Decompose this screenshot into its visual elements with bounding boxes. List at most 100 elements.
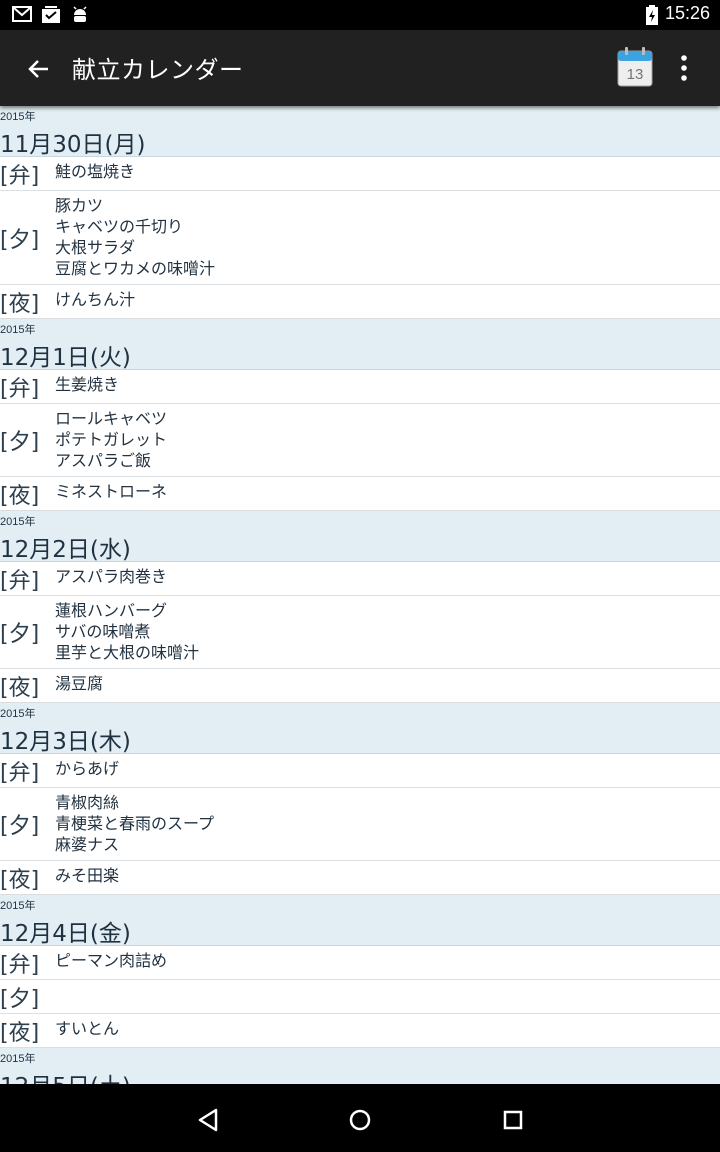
dish-name: 湯豆腐 bbox=[55, 674, 104, 693]
dish-name: すいとん bbox=[55, 1019, 120, 1038]
meal-tag: [弁] bbox=[0, 163, 40, 189]
day-year: 2015年 bbox=[0, 708, 36, 720]
dish-name: 麻婆ナス bbox=[55, 835, 120, 854]
dish-name: 蓮根ハンバーグ bbox=[55, 601, 168, 620]
dish-name: アスパラ肉巻き bbox=[55, 567, 168, 586]
calendar-button[interactable]: 13 bbox=[616, 46, 654, 88]
meal-row[interactable]: [弁] ピーマン肉詰め bbox=[0, 946, 720, 980]
meal-tag: [弁] bbox=[0, 760, 40, 786]
meal-items: ロールキャベツ ポテトガレット アスパラご飯 bbox=[55, 404, 720, 476]
meal-items: 鮭の塩焼き bbox=[55, 157, 720, 187]
page-title: 献立カレンダー bbox=[72, 56, 244, 84]
meal-items: 蓮根ハンバーグ サバの味噌煮里芋と大根の味噌汁 bbox=[55, 596, 720, 668]
day-date: 11月30日(月) bbox=[0, 132, 146, 158]
day-header[interactable]: 2015年 12月2日(水) bbox=[0, 511, 720, 563]
dish-name: 里芋と大根の味噌汁 bbox=[55, 643, 200, 662]
dish-name: ミネストローネ bbox=[55, 482, 168, 501]
gmail-icon bbox=[12, 6, 32, 22]
nav-recents-icon[interactable] bbox=[495, 1102, 531, 1138]
nav-back-icon[interactable] bbox=[190, 1102, 226, 1138]
meal-tag: [夕] bbox=[0, 986, 40, 1012]
day-header[interactable]: 2015年 12月4日(金) bbox=[0, 895, 720, 947]
nav-home-icon[interactable] bbox=[342, 1102, 378, 1138]
meal-tag: [夜] bbox=[0, 483, 40, 509]
dish-name: 鮭の塩焼き bbox=[55, 162, 136, 181]
day-header[interactable]: 2015年 12月1日(火) bbox=[0, 319, 720, 371]
meal-row[interactable]: [夕] 豚カツキャベツの千切り 大根サラダ豆腐とワカメの味噌汁 bbox=[0, 191, 720, 285]
more-vertical-icon[interactable] bbox=[668, 50, 700, 86]
meal-items: けんちん汁 bbox=[55, 285, 720, 315]
day-header[interactable]: 2015年 12月3日(木) bbox=[0, 703, 720, 755]
meal-tag: [夜] bbox=[0, 1020, 40, 1046]
day-date: 12月4日(金) bbox=[0, 921, 131, 947]
day-date: 12月5日(土) bbox=[0, 1067, 131, 1084]
dish-name: 青梗菜と春雨のスープ bbox=[55, 814, 215, 833]
meal-items: みそ田楽 bbox=[55, 861, 720, 891]
day-year: 2015年 bbox=[0, 516, 36, 528]
dish-name: キャベツの千切り bbox=[55, 217, 184, 236]
dish-name: からあげ bbox=[55, 759, 120, 778]
menu-calendar-list[interactable]: 2015年 11月30日(月) [弁] 鮭の塩焼き [夕] 豚カツキャベツの千切り 大根サラ… bbox=[0, 106, 720, 1084]
day-date: 12月1日(火) bbox=[0, 345, 131, 371]
calendar-day-text: 13 bbox=[627, 66, 644, 83]
meal-items: ミネストローネ bbox=[55, 477, 720, 507]
meal-items: からあげ bbox=[55, 754, 720, 784]
meal-items: 生姜焼き bbox=[55, 370, 720, 400]
meal-items: アスパラ肉巻き bbox=[55, 562, 720, 592]
battery-charging-icon bbox=[646, 5, 658, 25]
meal-tag: [夕] bbox=[0, 430, 40, 455]
meal-row[interactable]: [弁] からあげ bbox=[0, 754, 720, 788]
meal-items: すいとん bbox=[55, 1014, 720, 1044]
calendar-icon: 13 bbox=[617, 47, 653, 87]
meal-row[interactable]: [夕] bbox=[0, 980, 720, 1014]
meal-row[interactable]: [弁] 鮭の塩焼き bbox=[0, 157, 720, 191]
meal-tag: [夕] bbox=[0, 622, 40, 647]
day-year: 2015年 bbox=[0, 1053, 36, 1065]
arrow-back-icon[interactable] bbox=[22, 52, 56, 86]
day-date: 12月3日(木) bbox=[0, 729, 131, 755]
dish-name: ロールキャベツ bbox=[55, 409, 168, 428]
dish-name: 豚カツ bbox=[55, 196, 104, 215]
meal-tag: [弁] bbox=[0, 376, 40, 402]
meal-row[interactable]: [夜] みそ田楽 bbox=[0, 861, 720, 895]
dish-name: みそ田楽 bbox=[55, 866, 120, 885]
meal-row[interactable]: [夜] ミネストローネ bbox=[0, 477, 720, 511]
day-date: 12月2日(水) bbox=[0, 537, 131, 563]
meal-tag: [夜] bbox=[0, 291, 40, 317]
dish-name: アスパラご飯 bbox=[55, 451, 152, 470]
day-header[interactable]: 2015年 12月5日(土) bbox=[0, 1048, 720, 1084]
dish-name: 豆腐とワカメの味噌汁 bbox=[55, 259, 216, 278]
meal-tag: [夕] bbox=[0, 227, 40, 253]
inbox-icon bbox=[42, 6, 60, 23]
day-header[interactable]: 2015年 11月30日(月) bbox=[0, 106, 720, 158]
meal-row[interactable]: [夕] 蓮根ハンバーグ サバの味噌煮里芋と大根の味噌汁 bbox=[0, 596, 720, 669]
navigation-bar bbox=[0, 1084, 720, 1152]
app-bar: 献立カレンダー 13 bbox=[0, 30, 720, 106]
day-year: 2015年 bbox=[0, 111, 36, 123]
dish-name: 生姜焼き bbox=[55, 375, 120, 394]
meal-tag: [夜] bbox=[0, 675, 40, 701]
dish-name: 大根サラダ bbox=[55, 238, 136, 257]
dish-name: サバの味噌煮 bbox=[55, 622, 151, 641]
meal-items: 豚カツキャベツの千切り 大根サラダ豆腐とワカメの味噌汁 bbox=[55, 191, 720, 284]
status-bar: 15:26 bbox=[0, 0, 720, 30]
meal-tag: [弁] bbox=[0, 568, 40, 594]
meal-row[interactable]: [夜] 湯豆腐 bbox=[0, 669, 720, 703]
meal-row[interactable]: [弁] 生姜焼き bbox=[0, 370, 720, 404]
meal-items: 湯豆腐 bbox=[55, 669, 720, 699]
dish-name: ピーマン肉詰め bbox=[55, 951, 168, 970]
meal-tag: [弁] bbox=[0, 952, 40, 978]
meal-tag: [夕] bbox=[0, 814, 40, 839]
day-year: 2015年 bbox=[0, 900, 36, 912]
dish-name: ポテトガレット bbox=[55, 430, 168, 449]
meal-row[interactable]: [夜] けんちん汁 bbox=[0, 285, 720, 319]
meal-row[interactable]: [夕] 青椒肉絲 青梗菜と春雨のスープ 麻婆ナス bbox=[0, 788, 720, 861]
meal-items: ピーマン肉詰め bbox=[55, 946, 720, 976]
day-year: 2015年 bbox=[0, 324, 36, 336]
meal-row[interactable]: [弁] アスパラ肉巻き bbox=[0, 562, 720, 596]
dish-name: けんちん汁 bbox=[55, 290, 136, 309]
meal-row[interactable]: [夕] ロールキャベツ ポテトガレット アスパラご飯 bbox=[0, 404, 720, 477]
meal-tag: [夜] bbox=[0, 867, 40, 893]
meal-row[interactable]: [夜] すいとん bbox=[0, 1014, 720, 1048]
status-time: 15:26 bbox=[664, 3, 710, 23]
